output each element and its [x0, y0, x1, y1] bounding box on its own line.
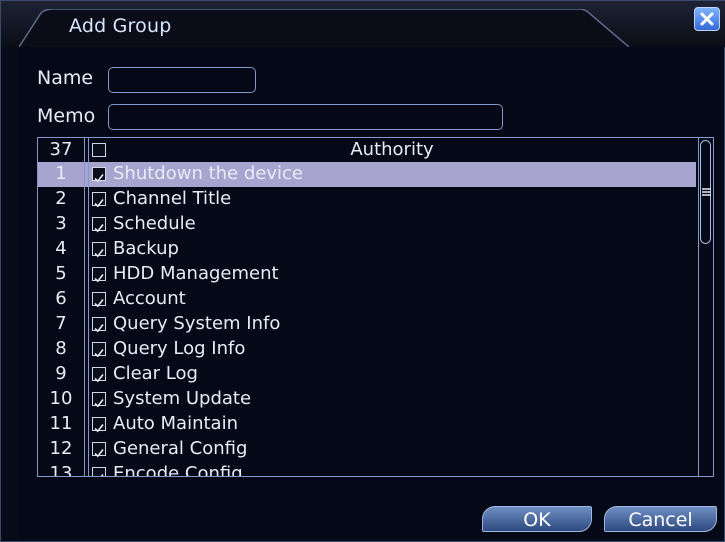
checkmark-icon — [94, 249, 104, 258]
row-checkbox[interactable] — [92, 467, 106, 476]
row-label: Query Log Info — [113, 338, 246, 359]
column-divider — [88, 138, 89, 476]
checkmark-icon — [100, 474, 104, 476]
memo-label: Memo — [37, 105, 96, 127]
table-row[interactable]: 5 HDD Management — [38, 262, 696, 287]
scroll-thumb[interactable] — [700, 140, 711, 244]
row-label: Shutdown the device — [113, 163, 303, 184]
checkmark-icon — [94, 424, 104, 433]
table-row[interactable]: 7 Query System Info — [38, 312, 696, 337]
checkmark-icon — [94, 274, 104, 283]
memo-field[interactable] — [108, 104, 503, 130]
row-label: General Config — [113, 438, 248, 459]
title-bar: Add Group — [1, 1, 725, 47]
checkmark-icon — [94, 449, 104, 458]
close-button[interactable] — [694, 7, 720, 31]
row-label: Query System Info — [113, 313, 281, 334]
close-icon — [700, 12, 714, 26]
row-number: 6 — [55, 288, 67, 309]
column-divider — [84, 138, 85, 476]
checkmark-icon — [94, 399, 104, 408]
row-checkbox[interactable] — [92, 167, 106, 183]
row-checkbox[interactable] — [92, 217, 106, 233]
checkmark-icon — [94, 299, 104, 308]
checkmark-icon — [94, 374, 104, 383]
row-number: 3 — [55, 213, 67, 234]
grip-icon — [702, 188, 711, 196]
row-label: Auto Maintain — [113, 413, 238, 434]
row-checkbox[interactable] — [92, 192, 106, 208]
row-label: Clear Log — [113, 363, 198, 384]
row-number: 7 — [55, 313, 67, 334]
row-label: HDD Management — [113, 263, 279, 284]
row-number: 10 — [49, 388, 73, 409]
row-checkbox[interactable] — [92, 342, 106, 358]
row-label: Schedule — [113, 213, 196, 234]
row-number: 8 — [55, 338, 67, 359]
table-row[interactable]: 11 Auto Maintain — [38, 412, 696, 437]
select-all-checkbox[interactable] — [92, 143, 106, 157]
table-row[interactable]: 1 Shutdown the device — [38, 162, 696, 187]
table-row[interactable]: 12 General Config — [38, 437, 696, 462]
scrollbar[interactable] — [698, 138, 713, 476]
table-row[interactable]: 6 Account — [38, 287, 696, 312]
row-number: 2 — [55, 188, 67, 209]
row-label: System Update — [113, 388, 252, 409]
row-number: 12 — [49, 438, 73, 459]
header-authority: Authority — [350, 139, 434, 160]
row-label: Encode Config — [113, 463, 243, 477]
row-checkbox[interactable] — [92, 442, 106, 458]
authority-table: 37 Authority 1 Shutdown the device 2 Channe… — [37, 137, 714, 477]
row-number: 1 — [55, 163, 67, 184]
cancel-button[interactable]: Cancel — [604, 506, 717, 532]
table-row[interactable]: 8 Query Log Info — [38, 337, 696, 362]
name-field[interactable] — [108, 67, 256, 93]
row-checkbox[interactable] — [92, 392, 106, 408]
row-checkbox[interactable] — [92, 417, 106, 433]
row-label: Channel Title — [113, 188, 232, 209]
checkmark-icon — [94, 174, 104, 183]
row-checkbox[interactable] — [92, 317, 106, 333]
row-number: 13 — [49, 463, 73, 477]
table-row[interactable]: 9 Clear Log — [38, 362, 696, 387]
row-checkbox[interactable] — [92, 267, 106, 283]
checkmark-icon — [94, 324, 104, 333]
table-row[interactable]: 4 Backup — [38, 237, 696, 262]
row-number: 11 — [49, 413, 73, 434]
table-header: 37 Authority — [38, 138, 696, 161]
row-number: 5 — [55, 263, 67, 284]
checkmark-icon — [94, 199, 104, 208]
row-label: Account — [113, 288, 186, 309]
table-row[interactable]: 3 Schedule — [38, 212, 696, 237]
add-group-dialog: Add Group Name Memo 37 Authority 1 Shutdo… — [0, 0, 725, 542]
row-checkbox[interactable] — [92, 242, 106, 258]
row-checkbox[interactable] — [92, 367, 106, 383]
row-checkbox[interactable] — [92, 292, 106, 308]
row-label: Backup — [113, 238, 179, 259]
table-row[interactable]: 2 Channel Title — [38, 187, 696, 212]
row-number: 9 — [55, 363, 67, 384]
table-row[interactable]: 10 System Update — [38, 387, 696, 412]
table-row[interactable]: 13 Encode Config — [38, 462, 696, 477]
header-count: 37 — [49, 139, 73, 160]
name-label: Name — [37, 67, 94, 89]
row-number: 4 — [55, 238, 67, 259]
ok-button[interactable]: OK — [482, 506, 592, 532]
checkmark-icon — [94, 349, 104, 358]
checkmark-icon — [94, 224, 104, 233]
dialog-title: Add Group — [69, 15, 172, 37]
